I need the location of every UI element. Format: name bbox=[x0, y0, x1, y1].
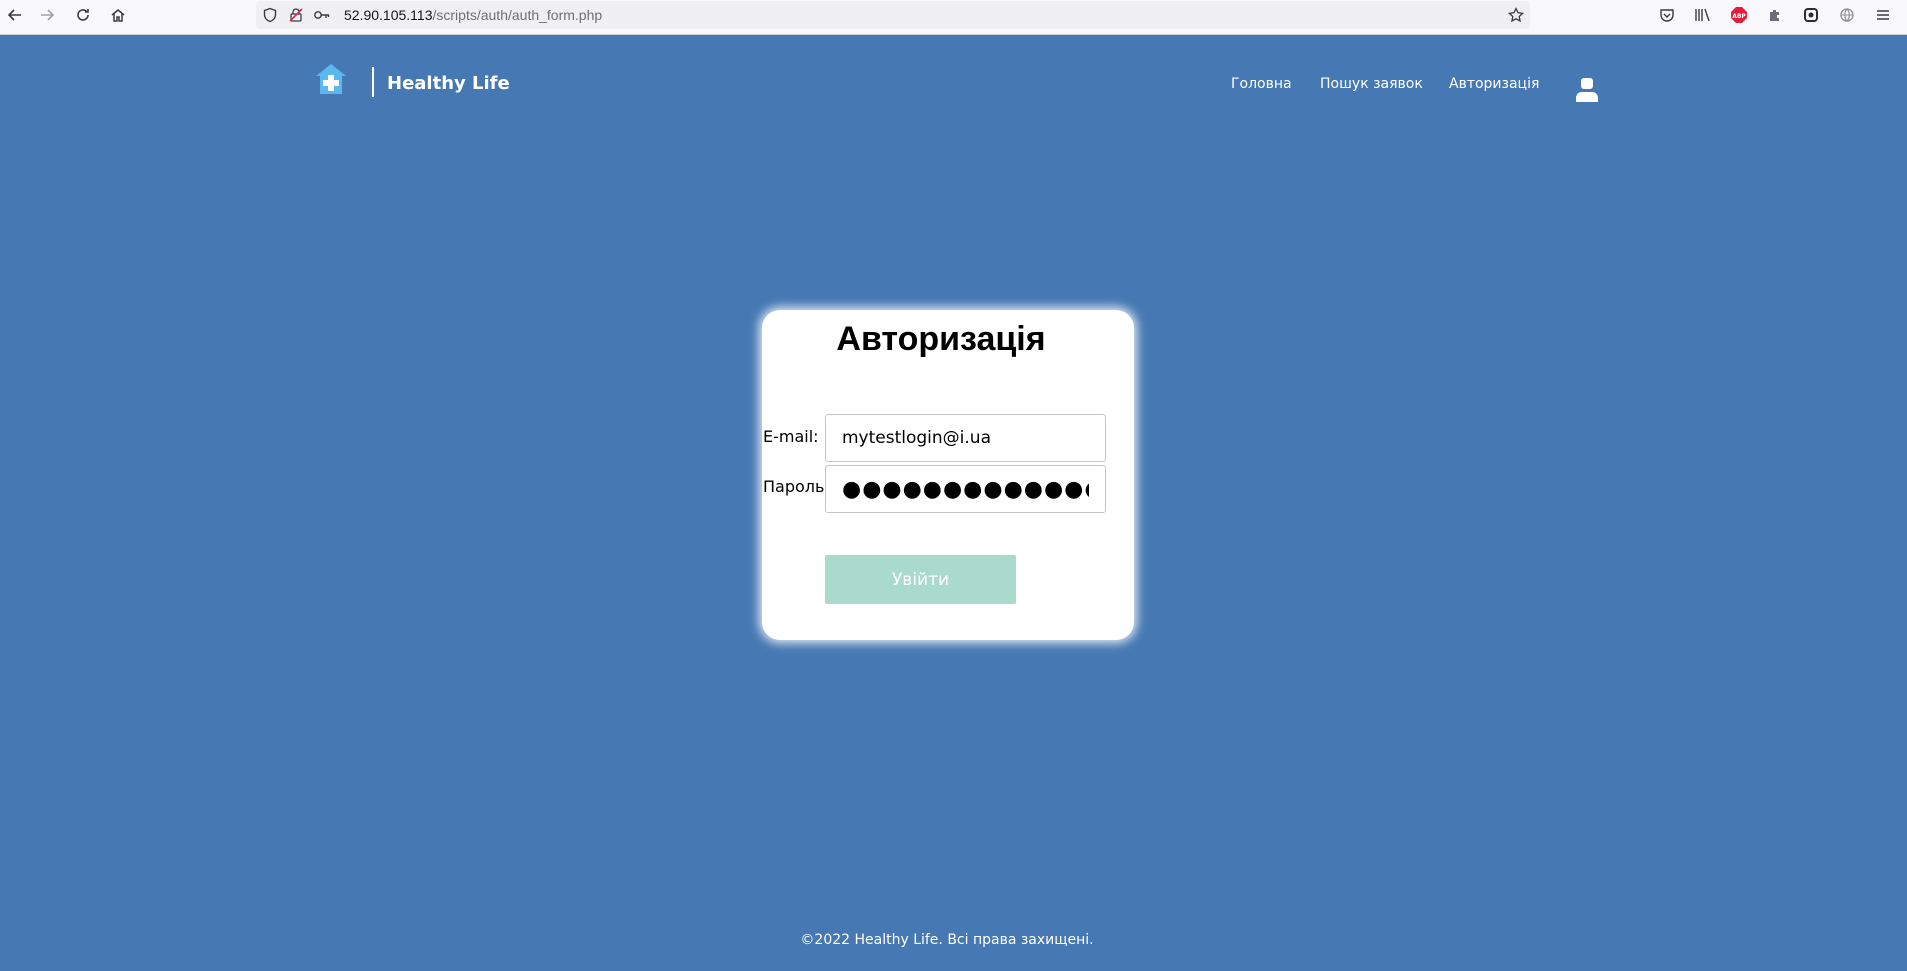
password-label: Пароль: bbox=[763, 477, 830, 496]
site-logo-text[interactable]: Healthy Life bbox=[387, 73, 510, 94]
menu-icon[interactable] bbox=[1872, 4, 1894, 26]
key-icon[interactable] bbox=[312, 5, 332, 25]
medical-home-icon[interactable] bbox=[314, 62, 348, 96]
user-icon[interactable] bbox=[1574, 77, 1600, 103]
reload-icon[interactable] bbox=[68, 0, 98, 30]
pocket-icon[interactable] bbox=[1656, 4, 1678, 26]
forward-icon[interactable] bbox=[32, 0, 62, 30]
svg-text:ABP: ABP bbox=[1732, 13, 1746, 20]
logo-divider bbox=[372, 67, 374, 97]
login-button[interactable]: Увійти bbox=[825, 555, 1016, 604]
url-text[interactable]: 52.90.105.113/scripts/auth/auth_form.php bbox=[344, 7, 602, 23]
url-host: 52.90.105.113 bbox=[344, 7, 433, 23]
nav-home[interactable]: Головна bbox=[1231, 76, 1292, 92]
container-icon[interactable] bbox=[1800, 4, 1822, 26]
auth-form-card: Авторизація E-mail: Пароль: Увійти bbox=[762, 310, 1134, 640]
bookmark-star-icon[interactable] bbox=[1506, 5, 1526, 25]
insecure-lock-icon[interactable] bbox=[286, 5, 306, 25]
url-path: /scripts/auth/auth_form.php bbox=[432, 7, 603, 23]
email-label: E-mail: bbox=[763, 427, 819, 446]
globe-icon[interactable] bbox=[1836, 4, 1858, 26]
home-icon[interactable] bbox=[103, 0, 133, 30]
browser-toolbar: 52.90.105.113/scripts/auth/auth_form.php… bbox=[0, 0, 1907, 35]
shield-icon[interactable] bbox=[260, 5, 280, 25]
nav-search-requests[interactable]: Пошук заявок bbox=[1320, 76, 1423, 92]
library-icon[interactable] bbox=[1692, 4, 1714, 26]
password-field[interactable] bbox=[825, 465, 1106, 513]
footer-copyright: ©2022 Healthy Life. Всі права захищені. bbox=[800, 932, 1094, 948]
email-field[interactable] bbox=[825, 414, 1106, 462]
adblock-icon[interactable]: ABP bbox=[1728, 4, 1750, 26]
back-icon[interactable] bbox=[0, 0, 30, 30]
auth-title: Авторизація bbox=[836, 320, 1046, 358]
extension-icon[interactable] bbox=[1764, 4, 1786, 26]
nav-authorization[interactable]: Авторизація bbox=[1449, 76, 1539, 92]
address-bar[interactable]: 52.90.105.113/scripts/auth/auth_form.php bbox=[256, 1, 1530, 29]
site-header: Healthy Life Головна Пошук заявок Автори… bbox=[0, 35, 1907, 135]
